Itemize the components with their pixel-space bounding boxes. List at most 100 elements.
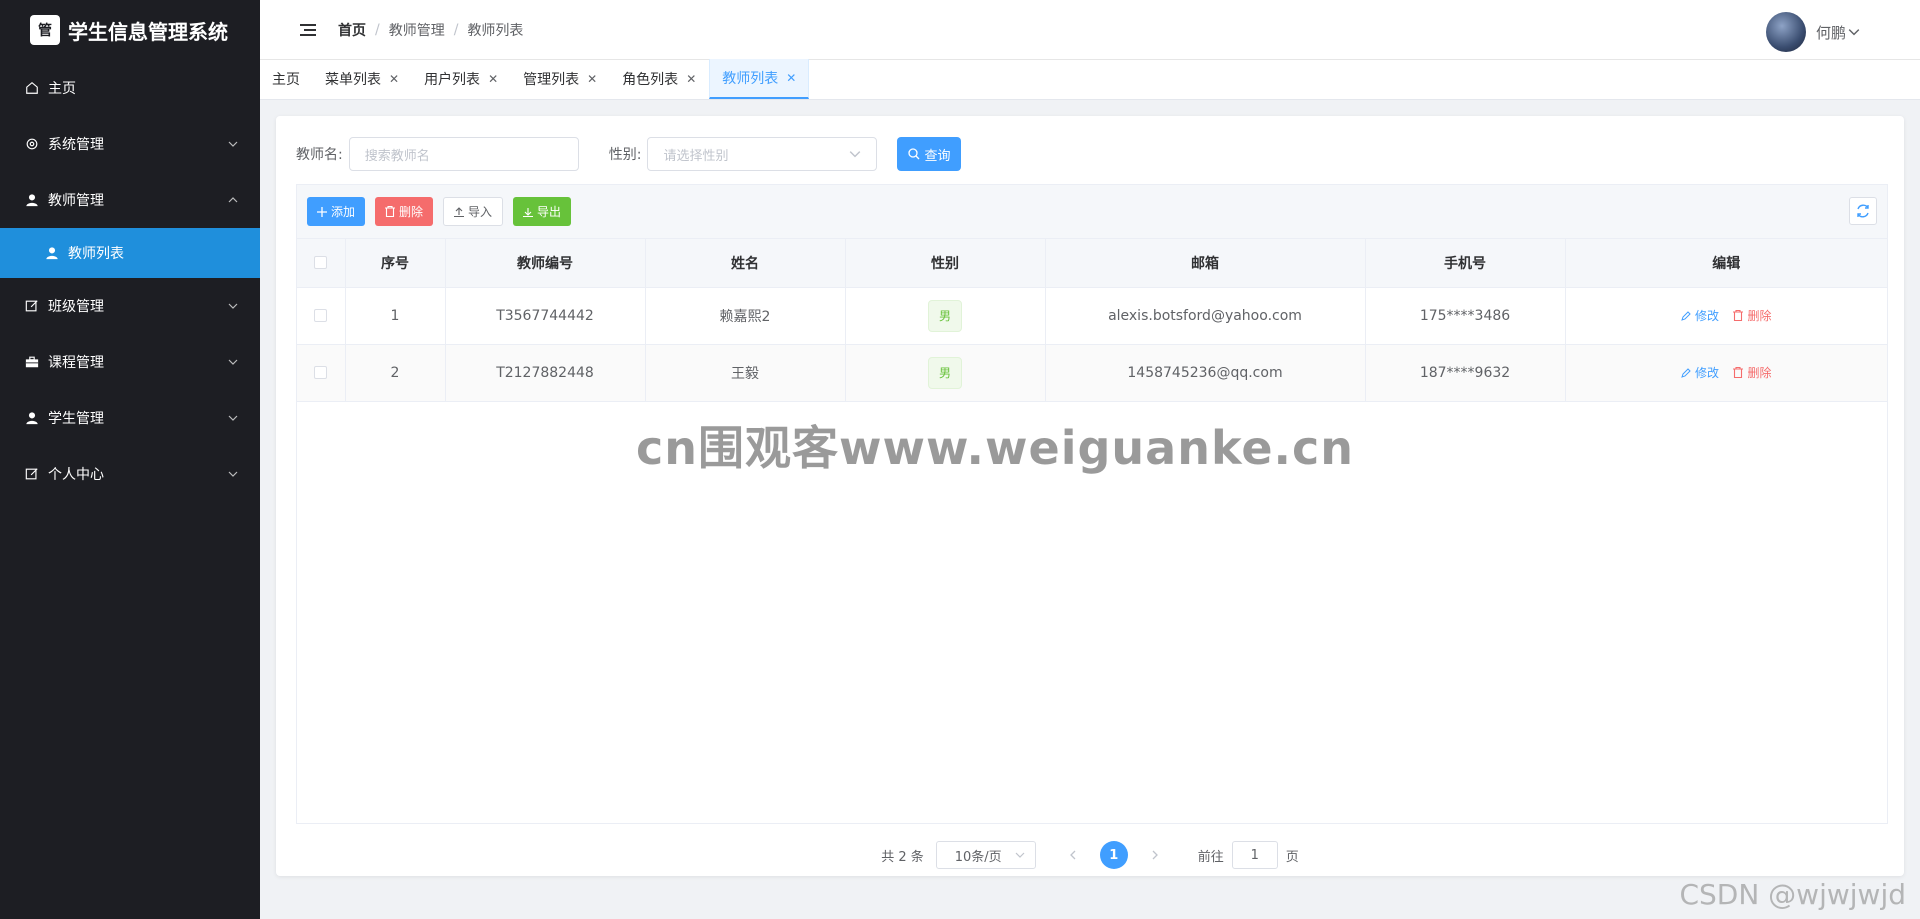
teacher-table-panel: 添加 删除 导入 导出 序号 教师编号 姓名 性别 邮箱 手机号 编辑 1 T3… xyxy=(296,184,1888,824)
breadcrumb-teacher-list: 教师列表 xyxy=(467,22,524,39)
query-button[interactable]: 查询 xyxy=(897,137,962,171)
delete-button[interactable]: 删除 xyxy=(1733,364,1771,381)
tab-label: 菜单列表 xyxy=(325,72,381,88)
sidebar-item-teacher-list[interactable]: 教师列表 xyxy=(0,228,260,278)
column-header: 姓名 xyxy=(645,239,846,288)
trash-icon xyxy=(1733,366,1744,378)
import-button[interactable]: 导入 xyxy=(443,197,504,226)
sidebar-item-home[interactable]: 主页 xyxy=(0,60,260,116)
close-icon[interactable]: ✕ xyxy=(389,72,399,86)
tab-role-list[interactable]: 角色列表 ✕ xyxy=(610,59,709,99)
briefcase-icon xyxy=(24,354,40,370)
cell-name: 赖嘉熙2 xyxy=(645,287,846,345)
tabs-bar: 主页 菜单列表 ✕ 用户列表 ✕ 管理列表 ✕ 角色列表 ✕ 教师列表 ✕ xyxy=(260,59,1920,100)
edit-label: 修改 xyxy=(1695,309,1720,323)
tab-user-list[interactable]: 用户列表 ✕ xyxy=(412,59,511,99)
app-logo: 管 学生信息管理系统 xyxy=(0,0,260,60)
add-label: 添加 xyxy=(331,205,356,219)
teacher-table: 序号 教师编号 姓名 性别 邮箱 手机号 编辑 1 T3567744442 赖嘉… xyxy=(297,239,1887,402)
chevron-down-icon xyxy=(228,303,238,309)
close-icon[interactable]: ✕ xyxy=(587,72,597,86)
gender-label: 性别: xyxy=(608,147,642,163)
edit-icon xyxy=(1681,367,1691,378)
close-icon[interactable]: ✕ xyxy=(488,72,498,86)
sidebar-item-teacher[interactable]: 教师管理 xyxy=(0,172,260,228)
tab-label: 用户列表 xyxy=(424,72,481,88)
batch-delete-button[interactable]: 删除 xyxy=(375,197,434,226)
close-icon[interactable]: ✕ xyxy=(686,72,696,86)
row-checkbox[interactable] xyxy=(314,309,328,322)
sidebar-item-label: 教师列表 xyxy=(68,246,124,262)
menu-toggle-icon[interactable] xyxy=(298,20,318,40)
avatar[interactable] xyxy=(1765,12,1806,52)
column-header: 手机号 xyxy=(1365,239,1566,288)
edit-button[interactable]: 修改 xyxy=(1681,364,1719,381)
chevron-down-icon xyxy=(1015,852,1025,858)
upload-icon xyxy=(454,206,465,217)
export-button[interactable]: 导出 xyxy=(513,197,572,226)
sidebar-item-label: 教师管理 xyxy=(48,193,104,209)
column-header: 教师编号 xyxy=(445,239,646,288)
sidebar-item-label: 系统管理 xyxy=(48,137,104,153)
add-button[interactable]: 添加 xyxy=(307,197,366,226)
column-header: 性别 xyxy=(845,239,1046,288)
breadcrumb-home[interactable]: 首页 xyxy=(338,20,366,40)
prev-page-button[interactable] xyxy=(1058,841,1088,869)
edit-button[interactable]: 修改 xyxy=(1681,307,1719,324)
breadcrumb: 首页 / 教师管理 / 教师列表 xyxy=(338,20,523,40)
tab-home[interactable]: 主页 xyxy=(260,59,313,99)
teacher-name-label: 教师名: xyxy=(296,147,343,163)
user-dropdown[interactable]: 何鹏 xyxy=(1765,12,1860,52)
tab-label: 主页 xyxy=(272,72,300,88)
tab-label: 角色列表 xyxy=(622,72,679,88)
sidebar-item-student[interactable]: 学生管理 xyxy=(0,390,260,446)
logo-icon: 管 xyxy=(30,15,60,45)
import-label: 导入 xyxy=(468,205,493,219)
page-number-active[interactable]: 1 xyxy=(1099,841,1128,869)
chevron-down-icon xyxy=(228,471,238,477)
cell-phone: 187****9632 xyxy=(1365,344,1566,402)
sidebar-item-course[interactable]: 课程管理 xyxy=(0,334,260,390)
cell-actions: 修改 删除 xyxy=(1565,287,1887,345)
table-row: 2 T2127882448 王毅 男 1458745236@qq.com 187… xyxy=(297,344,1887,402)
sidebar-item-system[interactable]: 系统管理 xyxy=(0,116,260,172)
chevron-up-icon xyxy=(228,197,238,203)
input-placeholder: 搜索教师名 xyxy=(364,148,430,164)
tab-menu-list[interactable]: 菜单列表 ✕ xyxy=(313,59,412,99)
sidebar-item-label: 主页 xyxy=(48,81,76,97)
next-page-button[interactable] xyxy=(1140,841,1170,869)
main-content: 教师名: 搜索教师名 性别: 请选择性别 查询 添加 删除 导入 导出 序号 教… xyxy=(260,100,1920,919)
chevron-down-icon xyxy=(228,415,238,421)
sidebar-item-profile[interactable]: 个人中心 xyxy=(0,446,260,502)
select-all-checkbox[interactable] xyxy=(314,256,328,270)
cell-actions: 修改 删除 xyxy=(1565,344,1887,402)
export-label: 导出 xyxy=(537,205,562,219)
username[interactable]: 何鹏 xyxy=(1816,22,1846,43)
chevron-left-icon xyxy=(1069,850,1076,860)
teacher-name-input[interactable]: 搜索教师名 xyxy=(348,137,579,171)
tab-teacher-list[interactable]: 教师列表 ✕ xyxy=(709,59,810,99)
refresh-button[interactable] xyxy=(1849,197,1877,225)
breadcrumb-separator: / xyxy=(375,21,380,38)
content-card: 教师名: 搜索教师名 性别: 请选择性别 查询 添加 删除 导入 导出 序号 教… xyxy=(276,116,1904,876)
pagination: 共 2 条 10条/页 1 前往 1 页 xyxy=(276,835,1904,875)
row-select-cell xyxy=(297,344,346,402)
sidebar-item-class[interactable]: 班级管理 xyxy=(0,278,260,334)
chevron-down-icon xyxy=(850,151,861,158)
sidebar-item-label: 个人中心 xyxy=(48,467,104,483)
close-icon[interactable]: ✕ xyxy=(786,71,796,85)
cell-index: 1 xyxy=(345,287,446,345)
edit-label: 修改 xyxy=(1695,366,1720,380)
app-title: 学生信息管理系统 xyxy=(68,19,228,44)
tab-admin-list[interactable]: 管理列表 ✕ xyxy=(511,59,610,99)
row-checkbox[interactable] xyxy=(314,366,328,379)
gender-select[interactable]: 请选择性别 xyxy=(647,137,878,171)
chevron-down-icon xyxy=(228,141,238,147)
edit-icon xyxy=(24,466,40,482)
delete-button[interactable]: 删除 xyxy=(1733,307,1771,324)
page-size-select[interactable]: 10条/页 xyxy=(935,841,1036,869)
trash-icon xyxy=(385,206,396,217)
search-form: 教师名: 搜索教师名 性别: 请选择性别 查询 xyxy=(296,137,962,171)
goto-page-input[interactable]: 1 xyxy=(1231,841,1278,869)
delete-label: 删除 xyxy=(1747,308,1772,323)
